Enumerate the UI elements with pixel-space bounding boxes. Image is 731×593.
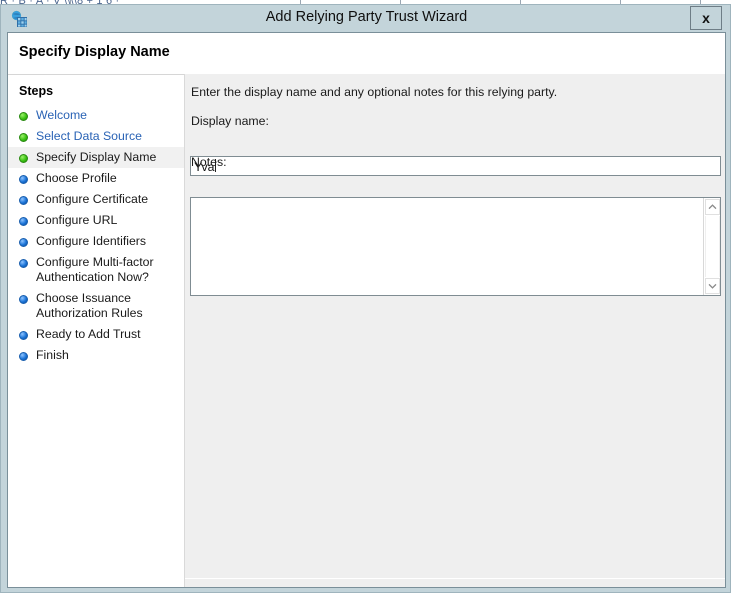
notes-label: Notes: (191, 155, 227, 169)
page-header: Specify Display Name (8, 33, 725, 73)
sidebar-step-configure-url: Configure URL (8, 210, 184, 231)
page-title: Specify Display Name (19, 44, 170, 60)
title-bar: Add Relying Party Trust Wizard x (1, 5, 730, 32)
sidebar-step-finish: Finish (8, 345, 184, 366)
chevron-up-icon[interactable] (705, 199, 720, 215)
sidebar-step-label[interactable]: Select Data Source (36, 129, 142, 144)
sidebar-step-label: Configure Multi-factor Authentication No… (36, 255, 154, 285)
sidebar-step-specify-display-name: Specify Display Name (8, 147, 184, 168)
sidebar-step-welcome[interactable]: Welcome (8, 105, 184, 126)
step-pending-bullet-icon (19, 175, 28, 184)
sidebar-step-configure-certificate: Configure Certificate (8, 189, 184, 210)
sidebar-step-ready-to-add-trust: Ready to Add Trust (8, 324, 184, 345)
chevron-down-icon[interactable] (705, 278, 720, 294)
step-pending-bullet-icon (19, 352, 28, 361)
step-complete-bullet-icon (19, 112, 28, 121)
close-button[interactable]: x (690, 6, 722, 30)
window-title: Add Relying Party Trust Wizard (1, 9, 731, 25)
steps-heading: Steps (19, 84, 53, 98)
notes-textarea[interactable] (191, 198, 703, 295)
step-complete-bullet-icon (19, 154, 28, 163)
sidebar-step-configure-identifiers: Configure Identifiers (8, 231, 184, 252)
add-relying-party-trust-wizard-dialog: Add Relying Party Trust Wizard x Specify… (0, 4, 731, 593)
sidebar-step-label: Specify Display Name (36, 150, 156, 165)
sidebar-step-label: Choose Profile (36, 171, 117, 186)
step-pending-bullet-icon (19, 196, 28, 205)
instruction-text: Enter the display name and any optional … (191, 85, 557, 99)
step-pending-bullet-icon (19, 238, 28, 247)
sidebar-step-choose-issuance-authorization-rules: Choose Issuance Authorization Rules (8, 288, 184, 324)
sidebar-step-label: Ready to Add Trust (36, 327, 141, 342)
sidebar-step-label: Configure Identifiers (36, 234, 146, 249)
sidebar-step-configure-multi-factor-authentication-now: Configure Multi-factor Authentication No… (8, 252, 184, 288)
display-name-label: Display name: (191, 114, 269, 128)
sidebar-step-label: Finish (36, 348, 69, 363)
sidebar-step-label: Choose Issuance Authorization Rules (36, 291, 143, 321)
sidebar-step-choose-profile: Choose Profile (8, 168, 184, 189)
notes-field-wrap (190, 197, 721, 296)
step-complete-bullet-icon (19, 133, 28, 142)
display-name-input[interactable] (190, 156, 721, 176)
notes-scrollbar[interactable] (703, 198, 720, 295)
step-pending-bullet-icon (19, 217, 28, 226)
steps-list: Welcome Select Data Source Specify Display… (8, 105, 184, 366)
button-bar: < Previous Next > Cancel (185, 582, 725, 588)
sidebar-step-select-data-source[interactable]: Select Data Source (8, 126, 184, 147)
sidebar-step-label: Configure Certificate (36, 192, 148, 207)
sidebar-step-label: Configure URL (36, 213, 117, 228)
step-pending-bullet-icon (19, 259, 28, 268)
footer-separator (185, 578, 725, 579)
steps-sidebar: Steps Welcome Select Data Source Specify D… (8, 74, 184, 588)
dialog-client-area: Specify Display Name Steps Welcome Select… (7, 32, 726, 588)
step-pending-bullet-icon (19, 295, 28, 304)
scrollbar-track[interactable] (705, 216, 720, 277)
content-pane: Enter the display name and any optional … (185, 74, 725, 588)
step-pending-bullet-icon (19, 331, 28, 340)
sidebar-step-label[interactable]: Welcome (36, 108, 87, 123)
